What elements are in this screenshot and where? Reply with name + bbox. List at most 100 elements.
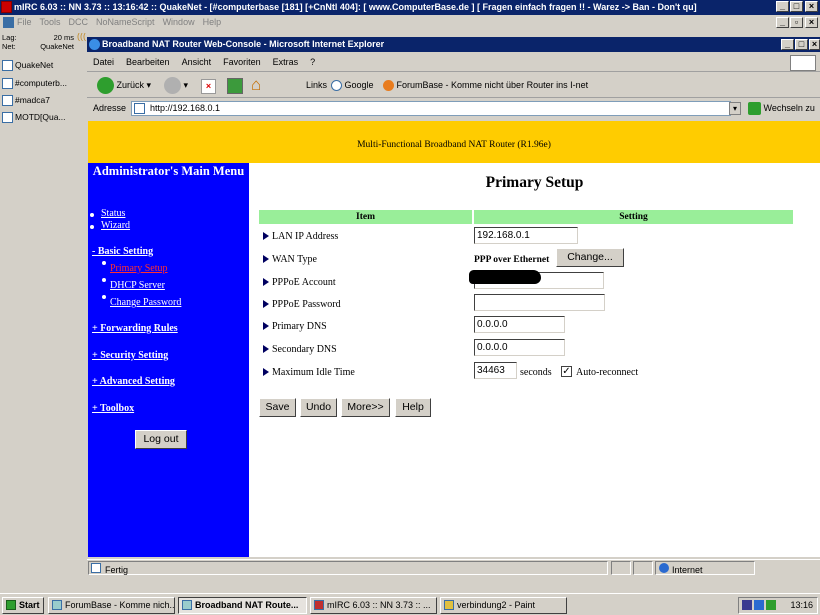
ie-menu-extras[interactable]: Extras bbox=[273, 57, 299, 67]
mirc-switchbar: Lag: 20 ms Net: QuakeNet QuakeNet #compute… bbox=[0, 33, 76, 579]
nav-basic-setting-link[interactable]: - Basic Setting bbox=[92, 246, 153, 257]
switchbar-item-computerbase[interactable]: #computerb... bbox=[2, 75, 76, 91]
ie-menu-bearbeiten[interactable]: Bearbeiten bbox=[126, 57, 170, 67]
row-arrow-icon bbox=[263, 278, 269, 286]
refresh-icon[interactable] bbox=[227, 78, 243, 94]
ie-close-button[interactable]: × bbox=[809, 39, 820, 50]
row-arrow-icon bbox=[263, 322, 269, 330]
forumbase-link[interactable]: ForumBase - Komme nicht über Router ins … bbox=[383, 73, 588, 98]
primary-dns-input[interactable]: 0.0.0.0 bbox=[474, 316, 565, 333]
nav-primary-setup-link[interactable]: Primary Setup bbox=[110, 263, 168, 274]
max-idle-input[interactable]: 34463 bbox=[474, 362, 517, 379]
row-arrow-icon bbox=[263, 300, 269, 308]
column-header-item: Item bbox=[259, 210, 472, 224]
mirc-minimize-button[interactable]: _ bbox=[776, 1, 789, 12]
forward-button[interactable]: ▾ bbox=[164, 73, 188, 98]
help-button[interactable]: Help bbox=[395, 398, 431, 417]
taskbar-item-mirc[interactable]: mIRC 6.03 :: NN 3.73 :: ... bbox=[310, 597, 437, 614]
go-button[interactable]: Wechseln zu bbox=[748, 98, 815, 119]
nav-toolbox-link[interactable]: + Toolbox bbox=[92, 403, 134, 414]
taskbar-item-paint[interactable]: verbindung2 - Paint bbox=[440, 597, 567, 614]
pppoe-password-input[interactable] bbox=[474, 294, 605, 311]
mirc-doc-icon bbox=[3, 17, 14, 29]
mirc-menu-file[interactable]: File bbox=[17, 17, 32, 27]
nav-dhcp-server-link[interactable]: DHCP Server bbox=[110, 280, 165, 291]
status-panel bbox=[611, 561, 631, 575]
system-tray: 13:16 bbox=[738, 597, 818, 614]
mirc-menu-dcc[interactable]: DCC bbox=[69, 17, 89, 27]
nav-forwarding-rules-link[interactable]: + Forwarding Rules bbox=[92, 323, 178, 334]
nav-advanced-setting-link[interactable]: + Advanced Setting bbox=[92, 376, 175, 387]
mirc-child-restore-button[interactable]: ▫ bbox=[790, 17, 803, 28]
back-button[interactable]: Zurück ▾ bbox=[97, 73, 151, 98]
ie-menu-ansicht[interactable]: Ansicht bbox=[182, 57, 212, 67]
ie-menu-favoriten[interactable]: Favoriten bbox=[223, 57, 261, 67]
home-icon[interactable]: ⌂ bbox=[251, 76, 270, 94]
mirc-menu-tools[interactable]: Tools bbox=[40, 17, 61, 27]
auto-reconnect-checkbox[interactable]: ✓ bbox=[561, 366, 572, 377]
status-panel bbox=[633, 561, 653, 575]
google-link[interactable]: Google bbox=[331, 73, 374, 98]
change-wan-button[interactable]: Change... bbox=[556, 248, 624, 267]
pppoe-account-label: PPPoE Account bbox=[272, 277, 336, 288]
mirc-menu-help[interactable]: Help bbox=[203, 17, 222, 27]
ie-minimize-button[interactable]: _ bbox=[781, 39, 794, 50]
secondary-dns-input[interactable]: 0.0.0.0 bbox=[474, 339, 565, 356]
lan-ip-input[interactable]: 192.168.0.1 bbox=[474, 227, 578, 244]
address-label: Adresse bbox=[93, 103, 127, 113]
switchbar-item-madca7[interactable]: #madca7 bbox=[2, 92, 76, 108]
mirc-maximize-button[interactable]: □ bbox=[790, 1, 803, 12]
address-input[interactable]: http://192.168.0.1 bbox=[131, 101, 731, 116]
nav-security-setting-link[interactable]: + Security Setting bbox=[92, 350, 168, 361]
zone-panel: Internet bbox=[655, 561, 755, 575]
nav-status-link[interactable]: Status bbox=[101, 208, 125, 219]
mirc-menu-nonamescript[interactable]: NoNameScript bbox=[96, 17, 155, 27]
lag-label: Lag: bbox=[2, 33, 17, 42]
mirc-close-button[interactable]: × bbox=[805, 1, 818, 12]
page-icon bbox=[331, 80, 342, 92]
pppoe-password-label: PPPoE Password bbox=[272, 299, 341, 310]
clock[interactable]: 13:16 bbox=[790, 600, 813, 610]
status-text-panel: Fertig bbox=[88, 561, 608, 575]
router-web-page: Multi-Functional Broadband NAT Router (R… bbox=[88, 121, 820, 557]
mirc-child-close-button[interactable]: × bbox=[805, 17, 818, 28]
taskbar-item-router[interactable]: Broadband NAT Route... bbox=[178, 597, 307, 614]
logout-button[interactable]: Log out bbox=[135, 430, 187, 449]
lan-ip-label: LAN IP Address bbox=[272, 231, 339, 242]
switchbar-item-motd[interactable]: MOTD[Qua... bbox=[2, 109, 76, 125]
ie-toolbar: Zurück ▾ ▾ × ⌂ Links Google ForumBase - … bbox=[87, 73, 820, 98]
ie-status-bar: Fertig Internet bbox=[87, 559, 820, 575]
ie-maximize-button[interactable]: □ bbox=[795, 39, 808, 50]
channel-icon bbox=[2, 78, 13, 90]
tray-network-icon[interactable] bbox=[742, 600, 752, 610]
save-button[interactable]: Save bbox=[259, 398, 296, 417]
taskbar-item-forumbase[interactable]: ForumBase - Komme nich... bbox=[48, 597, 175, 614]
mirc-title-text: mIRC 6.03 :: NN 3.73 :: 13:16:42 :: Quak… bbox=[14, 2, 697, 12]
tray-status-icon[interactable] bbox=[766, 600, 776, 610]
page-title: Primary Setup bbox=[485, 174, 584, 191]
forward-arrow-icon bbox=[164, 77, 181, 95]
start-button[interactable]: Start bbox=[2, 597, 44, 614]
tray-app-icon[interactable] bbox=[754, 600, 764, 610]
more-button[interactable]: More>> bbox=[341, 398, 390, 417]
mirc-child-minimize-button[interactable]: _ bbox=[776, 17, 789, 28]
admin-menu: Administrator's Main Menu Status Wizard … bbox=[88, 163, 249, 557]
ie-title-bar: Broadband NAT Router Web-Console - Micro… bbox=[87, 37, 820, 52]
mirc-menu-bar: File Tools DCC NoNameScript Window Help bbox=[0, 15, 820, 30]
nav-change-password-link[interactable]: Change Password bbox=[110, 297, 181, 308]
ie-menu-datei[interactable]: Datei bbox=[93, 57, 114, 67]
primary-dns-label: Primary DNS bbox=[272, 321, 327, 332]
row-arrow-icon bbox=[263, 368, 269, 376]
links-label[interactable]: Links bbox=[306, 73, 327, 98]
undo-button[interactable]: Undo bbox=[300, 398, 337, 417]
globe-icon bbox=[659, 563, 669, 573]
switchbar-item-quakenet[interactable]: QuakeNet bbox=[2, 57, 76, 73]
address-dropdown-button[interactable]: ▾ bbox=[729, 102, 741, 115]
stop-icon[interactable]: × bbox=[201, 79, 216, 94]
mirc-menu-window[interactable]: Window bbox=[163, 17, 195, 27]
go-arrow-icon bbox=[748, 102, 761, 116]
nav-wizard-link[interactable]: Wizard bbox=[101, 220, 130, 231]
ie-menu-bar: Datei Bearbeiten Ansicht Favoriten Extras? bbox=[87, 53, 820, 72]
ie-menu-help[interactable]: ? bbox=[310, 57, 315, 67]
paint-icon bbox=[444, 600, 454, 610]
